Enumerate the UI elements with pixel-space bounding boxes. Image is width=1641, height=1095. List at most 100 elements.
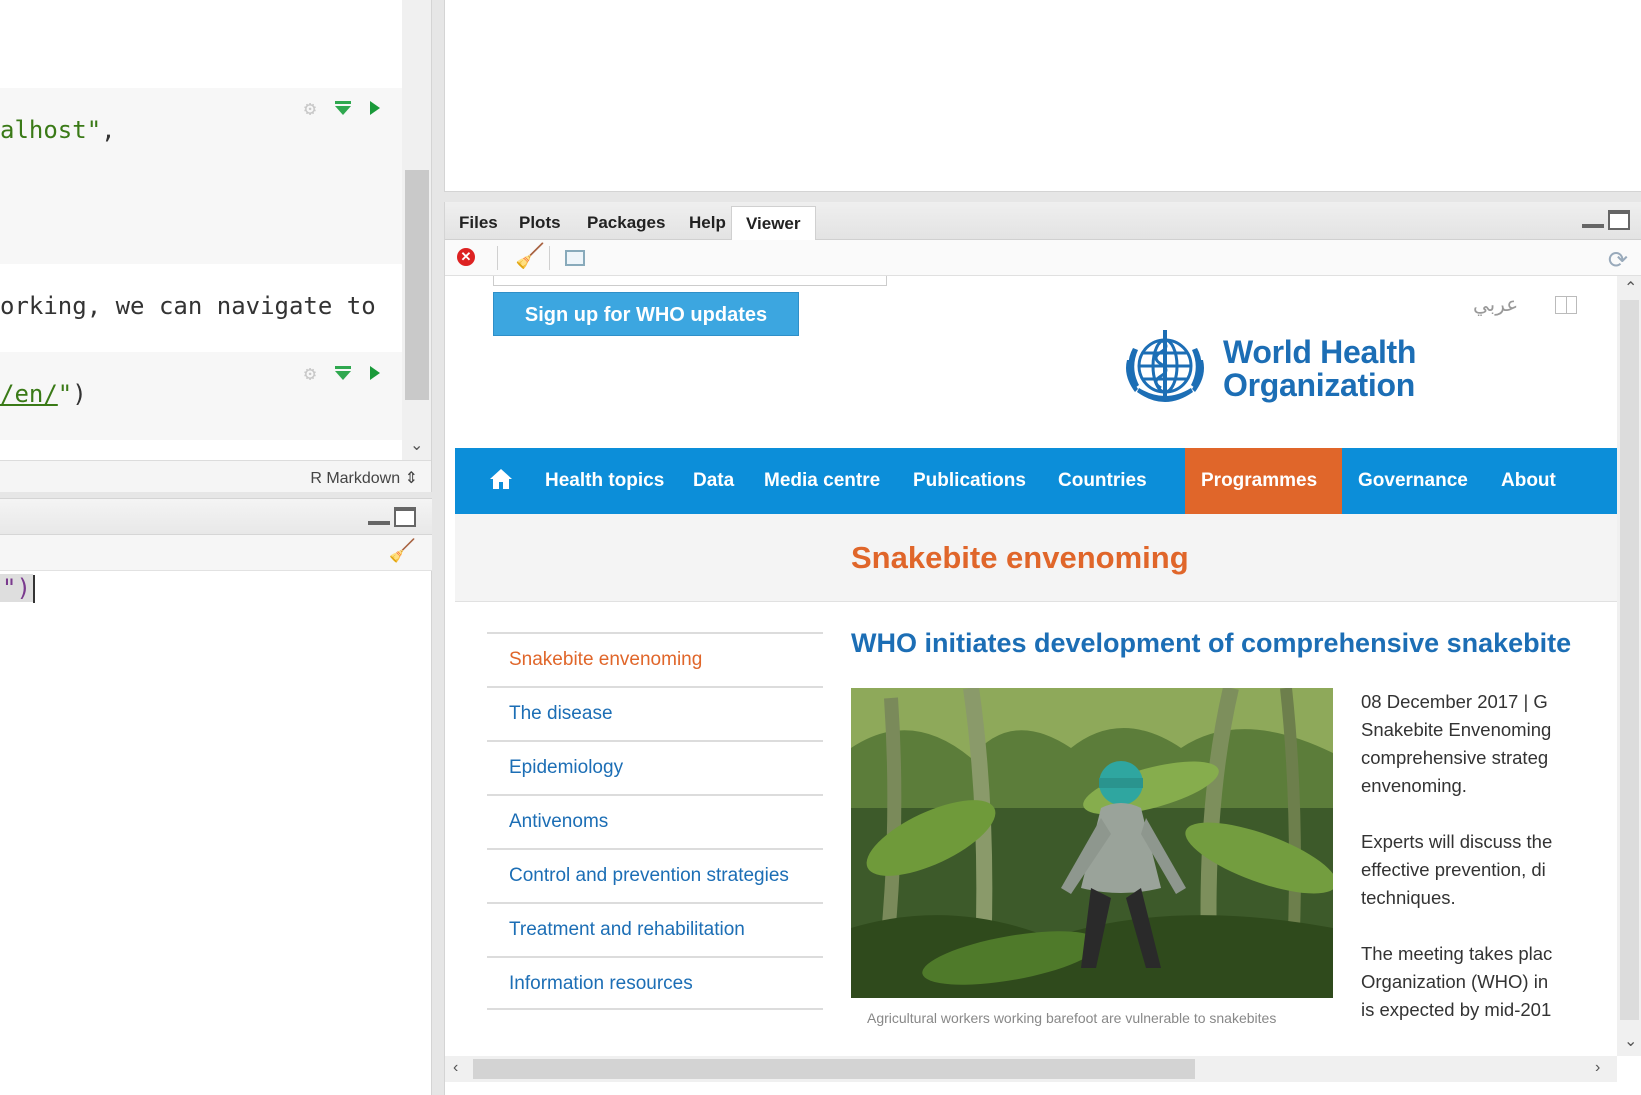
viewer-vertical-scrollbar[interactable]: ⌃ ⌄	[1617, 276, 1641, 1056]
chevron-down-icon[interactable]: ⌄	[410, 435, 423, 455]
nav-about-who[interactable]: About WHO	[1485, 448, 1617, 557]
language-arabic-link[interactable]: عربي	[1473, 292, 1518, 316]
chunk-toolbar: ⚙	[304, 361, 380, 385]
farmer-photo-image	[851, 688, 1333, 998]
scroll-thumb[interactable]	[405, 170, 429, 400]
console-pane: 🧹 ")	[0, 498, 432, 1095]
chevron-left-icon[interactable]: ‹	[453, 1059, 458, 1077]
nav-data[interactable]: Data	[677, 448, 750, 514]
run-above-icon[interactable]	[334, 101, 352, 115]
pane-tabbar: Files Plots Packages Help Viewer	[445, 202, 1641, 240]
signup-button[interactable]: Sign up for WHO updates	[493, 292, 799, 336]
gear-icon[interactable]: ⚙	[304, 361, 316, 385]
maximize-icon[interactable]	[1608, 210, 1630, 230]
text-line: Snakebite Envenoming	[1361, 719, 1552, 740]
who-emblem-icon	[1126, 330, 1204, 402]
side-menu-item[interactable]: Treatment and rehabilitation	[487, 902, 823, 956]
editor-scrollbar[interactable]: ⌄	[402, 0, 431, 460]
toolbar-separator	[497, 246, 498, 270]
chevron-down-icon[interactable]: ⌄	[1624, 1031, 1637, 1051]
nav-governance[interactable]: Governance	[1342, 448, 1484, 514]
scroll-thumb[interactable]	[1620, 300, 1639, 1020]
rstudio-window: ⚙ ⚙ alhost", orking, we can navigate to …	[0, 0, 1641, 1095]
code-token: )	[72, 380, 87, 408]
chunk-toolbar: ⚙	[304, 96, 380, 120]
side-menu-item[interactable]: Epidemiology	[487, 740, 823, 794]
console-input[interactable]: ")	[0, 574, 35, 603]
comment-text: orking, we can navigate to	[0, 292, 376, 320]
source-editor: ⚙ ⚙ alhost", orking, we can navigate to …	[0, 0, 432, 492]
tab-packages[interactable]: Packages	[573, 206, 679, 240]
toolbar-separator	[549, 246, 550, 270]
language-chinese-link[interactable]	[1555, 296, 1577, 314]
section-header: Snakebite envenoming	[455, 514, 1617, 602]
text-line: 08 December 2017 | G	[1361, 691, 1548, 712]
code-token: ,	[101, 116, 116, 144]
string-token: alhost"	[0, 116, 102, 144]
chevron-up-icon[interactable]: ⌃	[1624, 278, 1637, 298]
broom-icon[interactable]: 🧹	[515, 242, 545, 271]
code-line: orking, we can navigate to	[0, 292, 376, 320]
main-nav: Health topics Data Media centre Publicat…	[455, 448, 1617, 557]
logo-line: Organization	[1223, 367, 1415, 403]
minimize-icon[interactable]	[368, 521, 390, 525]
photo-caption: Agricultural workers working barefoot ar…	[867, 1010, 1277, 1026]
run-above-icon[interactable]	[334, 366, 352, 380]
text-line: envenoming.	[1361, 775, 1467, 796]
nav-health-topics[interactable]: Health topics	[529, 448, 680, 514]
editor-status-bar: R Markdown ⇕	[0, 460, 431, 492]
tab-viewer[interactable]: Viewer	[731, 206, 816, 240]
nav-programmes[interactable]: Programmes	[1185, 448, 1342, 514]
text-line: effective prevention, di	[1361, 859, 1546, 880]
section-title: Snakebite envenoming	[851, 540, 1189, 575]
code-line: /en/")	[0, 380, 87, 408]
side-menu-item[interactable]: The disease	[487, 686, 823, 740]
nav-publications[interactable]: Publications	[897, 448, 1042, 514]
side-menu-item[interactable]: Antivenoms	[487, 794, 823, 848]
url-token: /en/	[0, 380, 58, 408]
text-line: comprehensive strateg	[1361, 747, 1549, 768]
environment-pane	[444, 0, 1641, 192]
side-menu: Snakebite envenoming The disease Epidemi…	[487, 632, 823, 1010]
who-logo[interactable]: World Health Organization	[1117, 326, 1416, 412]
refresh-icon[interactable]: ⟳	[1608, 246, 1628, 275]
viewer-web-content: Sign up for WHO updates عربي World Healt…	[455, 276, 1617, 1056]
logo-line: World Health	[1223, 334, 1417, 370]
run-chunk-icon[interactable]	[370, 366, 380, 380]
maximize-icon[interactable]	[394, 507, 416, 527]
gear-icon[interactable]: ⚙	[304, 96, 316, 120]
viewer-horizontal-scrollbar[interactable]: ‹ ›	[445, 1056, 1617, 1082]
tab-plots[interactable]: Plots	[505, 206, 575, 240]
code-area[interactable]: ⚙ ⚙ alhost", orking, we can navigate to …	[0, 0, 402, 460]
side-menu-item[interactable]: Control and prevention strategies	[487, 848, 823, 902]
scroll-thumb[interactable]	[473, 1059, 1195, 1079]
text-line: Organization (WHO) in	[1361, 971, 1549, 992]
console-toolbar: 🧹	[0, 535, 432, 571]
chevron-right-icon[interactable]: ›	[1595, 1059, 1600, 1077]
text-line: Experts will discuss the	[1361, 831, 1553, 852]
article-paragraph: 08 December 2017 | G Snakebite Envenomin…	[1361, 688, 1617, 800]
text-line: is expected by mid-201	[1361, 999, 1552, 1020]
mode-label: R Markdown	[310, 470, 401, 487]
article-paragraph: Experts will discuss the effective preve…	[1361, 828, 1617, 912]
article-photo	[851, 688, 1333, 998]
article-title[interactable]: WHO initiates development of comprehensi…	[851, 628, 1571, 659]
side-menu-item[interactable]: Information resources	[487, 956, 823, 1010]
search-input[interactable]	[493, 276, 887, 286]
tab-files[interactable]: Files	[445, 206, 512, 240]
show-in-window-icon[interactable]	[565, 250, 585, 266]
text-line: techniques.	[1361, 887, 1456, 908]
text-line: The meeting takes plac	[1361, 943, 1553, 964]
run-chunk-icon[interactable]	[370, 101, 380, 115]
minimize-icon[interactable]	[1582, 224, 1604, 228]
console-input-text: ")	[0, 574, 33, 602]
nav-countries[interactable]: Countries	[1042, 448, 1163, 514]
broom-icon[interactable]: 🧹	[389, 538, 416, 564]
code-line: alhost",	[0, 116, 116, 144]
remove-icon[interactable]: ✕	[457, 248, 475, 266]
side-menu-item[interactable]: Snakebite envenoming	[487, 632, 823, 686]
document-mode-select[interactable]: R Markdown ⇕	[310, 468, 418, 488]
console-header	[0, 499, 432, 535]
nav-media-centre[interactable]: Media centre	[748, 448, 896, 514]
home-icon[interactable]	[489, 468, 513, 490]
